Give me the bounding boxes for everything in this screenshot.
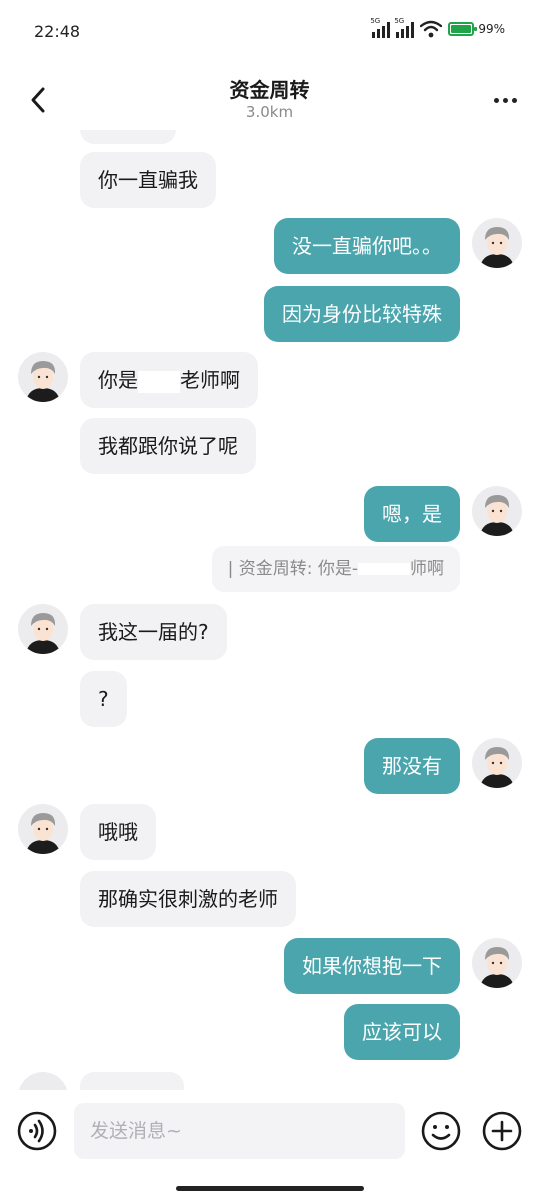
message-list[interactable]: 你一直骗我 没一直骗你吧。。 因为身份比较特殊 你是 老师啊 我都跟你说了呢 嗯… [0, 130, 539, 1090]
input-bar [0, 1090, 539, 1172]
message-bubble[interactable]: 我这一届的? [80, 604, 227, 660]
message-bubble[interactable]: 那没有 [364, 738, 460, 794]
plus-circle-icon [482, 1111, 522, 1151]
wifi-icon [420, 20, 443, 38]
battery-indicator: 99% [448, 22, 505, 36]
message-bubble-partial [80, 1072, 184, 1090]
redaction-mask [138, 370, 180, 393]
quoted-reply[interactable]: | 资金周转: 你是- 师啊 [211, 546, 460, 592]
battery-text: 99% [478, 22, 505, 36]
avatar[interactable] [472, 938, 522, 988]
message-bubble[interactable]: 你一直骗我 [80, 152, 216, 208]
avatar-icon [26, 813, 60, 854]
chat-distance: 3.0km [245, 103, 294, 121]
chat-title: 资金周转 [229, 78, 310, 102]
message-bubble[interactable]: 我都跟你说了呢 [80, 418, 256, 474]
avatar-icon [480, 495, 514, 536]
signal-icon: 5G [394, 17, 415, 38]
status-bar: 22:48 5G 5G 99% [0, 0, 539, 60]
add-button[interactable] [481, 1110, 523, 1152]
message-bubble-partial [80, 130, 176, 144]
voice-icon [17, 1111, 57, 1151]
voice-button[interactable] [16, 1110, 58, 1152]
signal-label: 5G [370, 17, 381, 25]
avatar-icon [480, 747, 514, 788]
status-icons: 5G 5G 99% [370, 17, 505, 38]
message-bubble[interactable]: 哦哦 [80, 804, 156, 860]
emoji-button[interactable] [420, 1110, 462, 1152]
message-bubble[interactable]: 嗯，是 [364, 486, 460, 542]
more-dots-icon [493, 97, 517, 103]
more-button[interactable] [485, 82, 525, 118]
avatar[interactable] [18, 604, 68, 654]
message-bubble[interactable]: 那确实很刺激的老师 [80, 871, 296, 927]
signal-label: 5G [394, 17, 405, 25]
redaction-mask [358, 563, 410, 575]
avatar[interactable] [18, 1072, 68, 1090]
message-bubble[interactable]: ? [80, 671, 127, 727]
emoji-icon [421, 1111, 461, 1151]
avatar-icon [26, 613, 60, 654]
avatar[interactable] [18, 352, 68, 402]
message-input[interactable] [74, 1103, 405, 1159]
message-text: 你是 [98, 368, 138, 392]
avatar[interactable] [472, 486, 522, 536]
avatar[interactable] [472, 218, 522, 268]
home-indicator[interactable] [176, 1186, 364, 1191]
message-text: 老师啊 [180, 368, 240, 392]
message-bubble[interactable]: 因为身份比较特殊 [264, 286, 460, 342]
quote-text: 师啊 [410, 559, 444, 579]
avatar[interactable] [472, 738, 522, 788]
message-bubble[interactable]: 如果你想抱一下 [284, 938, 460, 994]
chat-header: 资金周转 3.0km [0, 60, 539, 130]
message-bubble[interactable]: 应该可以 [344, 1004, 460, 1060]
battery-icon [448, 22, 478, 36]
message-bubble[interactable]: 没一直骗你吧。。 [274, 218, 460, 274]
message-bubble[interactable]: 你是 老师啊 [80, 352, 258, 408]
signal-icon: 5G [370, 17, 391, 38]
avatar-icon [480, 227, 514, 268]
avatar[interactable] [18, 804, 68, 854]
quote-text: | 资金周转: 你是- [227, 559, 358, 579]
avatar-icon [26, 361, 60, 402]
status-time: 22:48 [34, 22, 81, 41]
avatar-icon [480, 947, 514, 988]
